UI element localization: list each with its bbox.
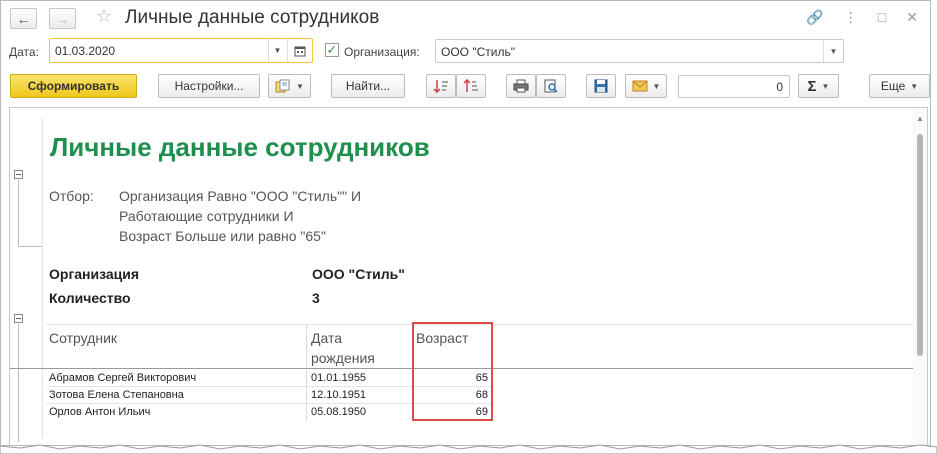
- filter-line: Возраст Больше или равно "65": [119, 228, 326, 244]
- margin-line: [42, 118, 43, 438]
- chevron-down-icon: ▼: [910, 81, 919, 91]
- chevron-down-icon[interactable]: ▼: [268, 39, 286, 62]
- settings-button[interactable]: Настройки...: [158, 74, 260, 98]
- favorite-star-icon[interactable]: ☆: [96, 6, 112, 27]
- cell-birth-date: 12.10.1951: [311, 389, 367, 401]
- cell-employee: Зотова Елена Степановна: [49, 389, 184, 401]
- sort-descending-icon: [463, 79, 478, 92]
- find-button[interactable]: Найти...: [331, 74, 405, 98]
- arrow-left-icon: ←: [16, 10, 31, 27]
- variants-menu-button[interactable]: ▼: [268, 74, 311, 98]
- cell-employee: Орлов Антон Ильич: [49, 406, 151, 418]
- window-title: Личные данные сотрудников: [125, 7, 380, 28]
- envelope-icon: [632, 80, 648, 92]
- sum-field[interactable]: 0: [678, 75, 790, 98]
- torn-edge-decoration: [0, 444, 937, 454]
- column-header-birth-date: Дата рождения: [311, 328, 375, 368]
- cell-employee: Абрамов Сергей Викторович: [49, 372, 197, 384]
- more-button-label: Еще: [880, 79, 906, 93]
- column-header-birth-date-line1: Дата: [311, 330, 343, 346]
- back-button[interactable]: ←: [10, 8, 37, 29]
- arrow-right-icon: →: [55, 10, 70, 27]
- filter-label: Отбор:: [49, 188, 94, 204]
- sum-value: 0: [776, 80, 783, 94]
- column-header-birth-date-line2: рождения: [311, 350, 375, 366]
- more-vertical-icon[interactable]: ⋮: [844, 9, 858, 26]
- collapse-group-icon[interactable]: [14, 314, 23, 323]
- organization-value[interactable]: ООО "Стиль": [441, 45, 515, 59]
- maximize-icon[interactable]: □: [878, 9, 886, 26]
- report-window: ← → ☆ Личные данные сотрудников 🔗 ⋮ □ ✕ …: [0, 0, 931, 446]
- save-button[interactable]: [586, 74, 616, 98]
- forward-button[interactable]: →: [49, 8, 76, 29]
- organization-field[interactable]: ООО "Стиль" ▼: [435, 39, 844, 63]
- column-separator: [306, 370, 307, 421]
- printer-icon: [513, 79, 529, 93]
- sigma-icon: Σ: [807, 77, 817, 95]
- report-document[interactable]: Личные данные сотрудников Отбор: Организ…: [9, 107, 928, 445]
- chevron-down-icon[interactable]: ▼: [823, 40, 843, 62]
- group-line: [18, 246, 42, 247]
- collapse-group-icon[interactable]: [14, 170, 23, 179]
- report-variants-icon: [275, 79, 290, 93]
- save-icon: [594, 79, 608, 93]
- print-preview-icon: [544, 79, 558, 93]
- group-line: [18, 324, 19, 442]
- column-header-employee: Сотрудник: [49, 330, 118, 346]
- link-icon[interactable]: 🔗: [806, 9, 823, 26]
- cell-birth-date: 01.01.1955: [311, 372, 367, 384]
- scrollbar-thumb[interactable]: [917, 134, 923, 356]
- report-title: Личные данные сотрудников: [50, 132, 430, 162]
- title-bar: ← → ☆ Личные данные сотрудников 🔗 ⋮ □ ✕: [1, 1, 930, 35]
- sum-menu-button[interactable]: Σ ▼: [798, 74, 839, 98]
- chevron-down-icon: ▼: [821, 81, 830, 91]
- close-icon[interactable]: ✕: [906, 9, 918, 26]
- date-label: Дата:: [9, 45, 39, 59]
- scroll-up-icon[interactable]: ▲: [916, 114, 924, 123]
- vertical-scrollbar[interactable]: ▲: [913, 108, 927, 445]
- age-column-highlight: [412, 322, 493, 421]
- column-separator: [306, 324, 307, 368]
- count-param-value: 3: [312, 290, 320, 306]
- print-preview-button[interactable]: [536, 74, 566, 98]
- date-field[interactable]: 01.03.2020 ▼: [49, 38, 313, 63]
- chevron-down-icon: ▼: [652, 81, 661, 91]
- toolbar: Сформировать Настройки... ▼ Найти... ▼ 0: [1, 72, 930, 102]
- organization-param-value: ООО "Стиль": [312, 266, 405, 282]
- date-value[interactable]: 01.03.2020: [55, 44, 115, 58]
- window-controls: 🔗 ⋮ □ ✕: [806, 9, 918, 26]
- group-line: [18, 180, 19, 246]
- filter-line: Работающие сотрудники И: [119, 208, 294, 224]
- organization-param-label: Организация: [49, 266, 140, 282]
- sort-ascending-icon: [433, 80, 448, 93]
- report-parameters: Дата: 01.03.2020 ▼ ✓ Организация: ООО "С…: [1, 37, 930, 67]
- organization-checkbox[interactable]: ✓: [325, 43, 339, 57]
- cell-birth-date: 05.08.1950: [311, 406, 367, 418]
- filter-line: Организация Равно "ООО "Стиль"" И: [119, 188, 362, 204]
- chevron-down-icon: ▼: [296, 81, 304, 91]
- more-button[interactable]: Еще ▼: [869, 74, 930, 98]
- sort-ascending-button[interactable]: [426, 74, 456, 98]
- generate-button[interactable]: Сформировать: [10, 74, 137, 98]
- send-email-button[interactable]: ▼: [625, 74, 667, 98]
- calendar-icon[interactable]: [287, 39, 311, 62]
- print-button[interactable]: [506, 74, 536, 98]
- count-param-label: Количество: [49, 290, 131, 306]
- sort-descending-button[interactable]: [456, 74, 486, 98]
- organization-label: Организация:: [344, 45, 420, 59]
